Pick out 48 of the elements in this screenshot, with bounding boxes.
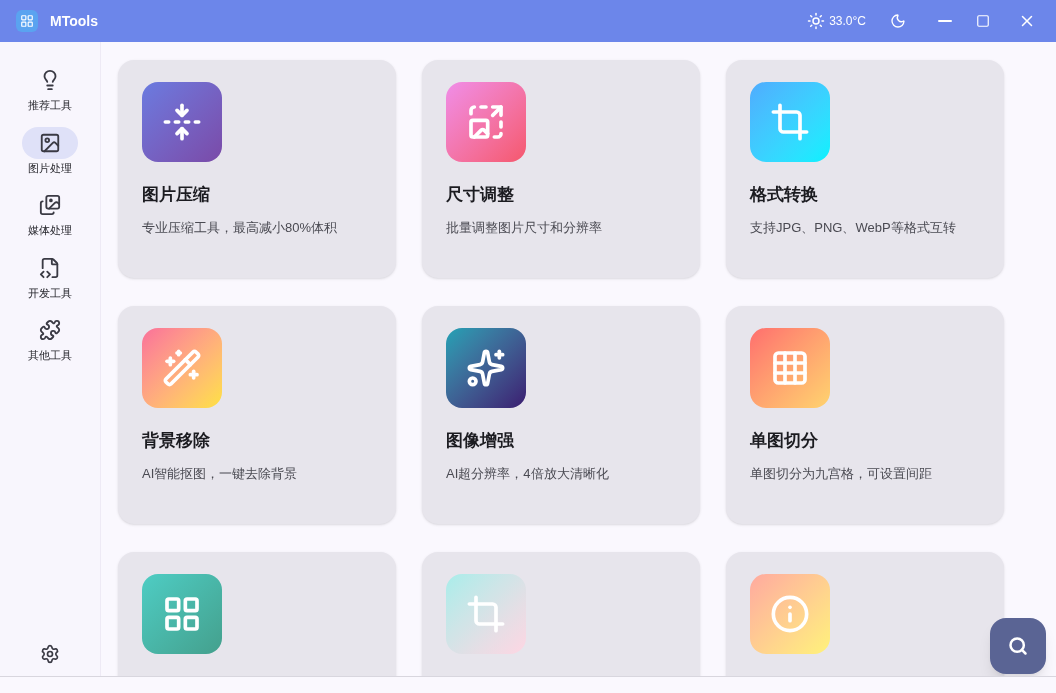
minimize-icon	[938, 20, 952, 22]
tool-title: 格式转换	[750, 184, 819, 206]
image-resize-icon	[446, 82, 526, 162]
tool-card[interactable]: 图片压缩 专业压缩工具，最高减小80%体积	[118, 60, 396, 278]
sidebar-item[interactable]: 媒体处理	[22, 189, 78, 239]
window-title: MTools	[50, 11, 98, 31]
magic-wand-icon	[142, 328, 222, 408]
maximize-button[interactable]	[976, 14, 990, 28]
compress-arrows-icon	[142, 82, 222, 162]
tool-card[interactable]: 背景移除 AI智能抠图，一键去除背景	[118, 306, 396, 524]
tool-title: 单图切分	[750, 430, 819, 452]
tool-title: 图像增强	[446, 430, 515, 452]
sidebar-item[interactable]: 其他工具	[22, 314, 78, 364]
sun-icon	[807, 12, 826, 30]
temperature: 33.0°C	[829, 13, 866, 30]
tool-card[interactable]: 单图切分 单图切分为九宫格，可设置间距	[726, 306, 1004, 524]
tool-description: 专业压缩工具，最高减小80%体积	[142, 218, 339, 237]
moon-icon	[890, 13, 906, 29]
app-logo-icon	[16, 10, 38, 32]
tool-description: AI超分辨率，4倍放大清晰化	[446, 464, 610, 483]
sparkles-icon	[446, 328, 526, 408]
puzzle-icon	[39, 319, 61, 341]
tool-title: 背景移除	[142, 430, 211, 452]
grid-icon	[750, 328, 830, 408]
grid-icon	[142, 574, 222, 654]
tool-card[interactable]: 尺寸调整 批量调整图片尺寸和分辨率	[422, 60, 700, 278]
info-icon	[750, 574, 830, 654]
tool-description: AI智能抠图，一键去除背景	[142, 464, 299, 483]
tool-card[interactable]: 图像增强 AI超分辨率，4倍放大清晰化	[422, 306, 700, 524]
settings-icon	[40, 644, 60, 664]
tool-description: 支持JPG、PNG、WebP等格式互转	[750, 218, 957, 237]
tool-title: 尺寸调整	[446, 184, 515, 206]
tool-description: 单图切分为九宫格，可设置间距	[750, 464, 933, 483]
crop-icon	[446, 574, 526, 654]
maximize-icon	[976, 14, 990, 28]
settings-button[interactable]	[40, 644, 60, 664]
tool-description: 批量调整图片尺寸和分辨率	[446, 218, 603, 237]
image-icon	[39, 131, 61, 154]
sidebar-item[interactable]: 推荐工具	[22, 64, 78, 114]
search-button[interactable]	[990, 618, 1046, 674]
search-icon	[1008, 636, 1028, 656]
tool-title: 图片压缩	[142, 184, 211, 206]
crop-arrows-icon	[750, 82, 830, 162]
code-icon	[39, 256, 61, 279]
theme-toggle-button[interactable]	[890, 13, 906, 29]
tool-card[interactable]: 格式转换 支持JPG、PNG、WebP等格式互转	[726, 60, 1004, 278]
sidebar-item[interactable]: 开发工具	[22, 251, 78, 301]
images-icon	[39, 194, 61, 216]
